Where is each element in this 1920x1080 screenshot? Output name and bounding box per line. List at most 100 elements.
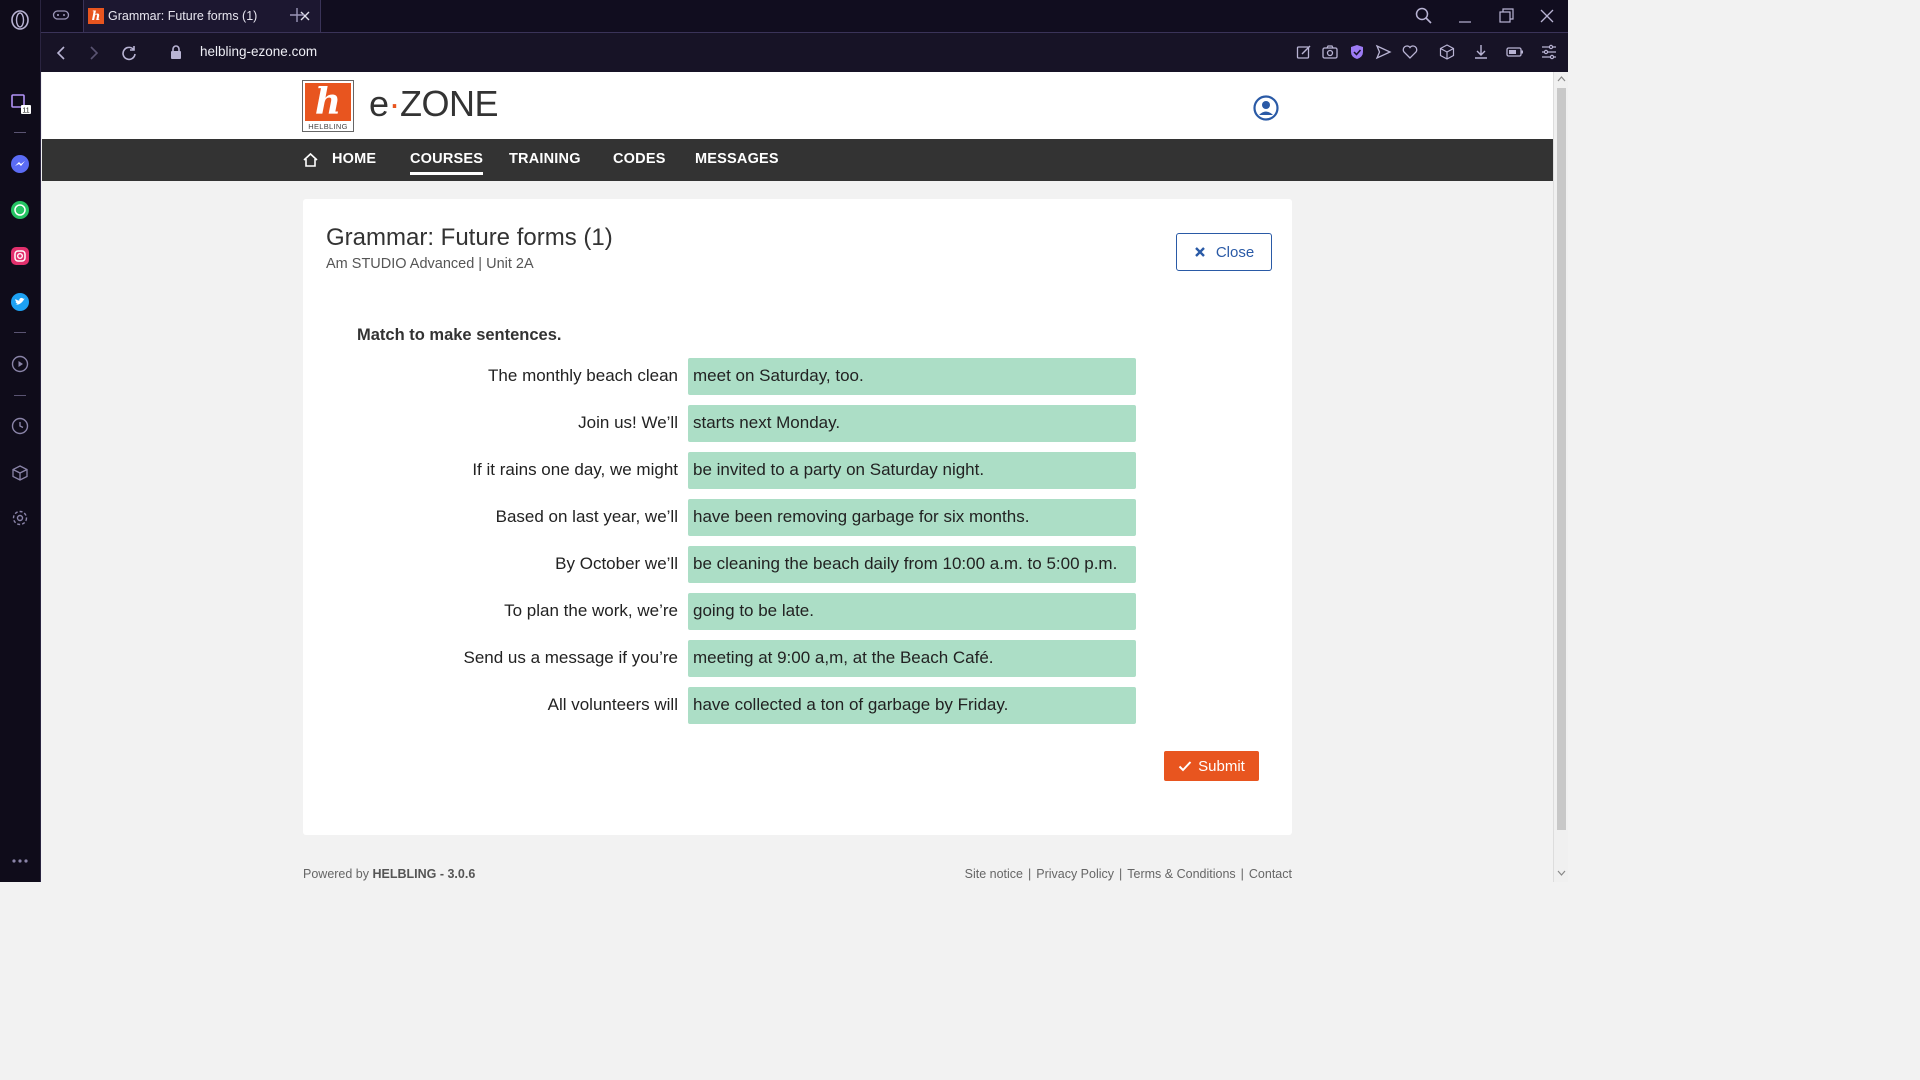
match-row: The monthly beach clean meet on Saturday… — [303, 358, 1292, 395]
match-prompt: Send us a message if you’re — [463, 648, 678, 667]
search-icon[interactable] — [1414, 6, 1434, 26]
match-row: All volunteers will have collected a ton… — [303, 687, 1292, 724]
page-footer: Powered by HELBLING - 3.0.6 Site notice |… — [42, 867, 1553, 882]
easy-setup-icon[interactable] — [1540, 43, 1558, 61]
web-page: h HELBLING e·ZONE HOME COURSES TRAINING … — [42, 72, 1553, 882]
tab-title: Grammar: Future forms (1) — [108, 9, 258, 23]
match-answer-slot[interactable]: be cleaning the beach daily from 10:00 a… — [688, 546, 1136, 583]
minimize-icon[interactable] — [1455, 6, 1475, 26]
whatsapp-icon[interactable] — [9, 199, 31, 221]
match-answer-slot[interactable]: going to be late. — [688, 593, 1136, 630]
helbling-logo[interactable]: h HELBLING — [302, 80, 354, 132]
brand-zone: ZONE — [400, 83, 499, 124]
ezone-brand[interactable]: e·ZONE — [369, 83, 499, 125]
match-row: By October we’ll be cleaning the beach d… — [303, 546, 1292, 583]
helbling-favicon-icon: h — [88, 8, 104, 24]
settings-gear-icon[interactable] — [9, 507, 31, 529]
instagram-icon[interactable] — [9, 245, 31, 267]
close-label: Close — [1215, 243, 1255, 261]
nav-training[interactable]: TRAINING — [509, 151, 581, 167]
site-header: h HELBLING e·ZONE — [42, 72, 1553, 139]
submit-button[interactable]: Submit — [1164, 751, 1259, 781]
match-row: Send us a message if you’re meeting at 9… — [303, 640, 1292, 677]
window-close-icon[interactable] — [1537, 6, 1557, 26]
messenger-icon[interactable] — [9, 153, 31, 175]
match-answer-slot[interactable]: meet on Saturday, too. — [688, 358, 1136, 395]
match-answer-slot[interactable]: be invited to a party on Saturday night. — [688, 452, 1136, 489]
match-row: Based on last year, we’ll have been remo… — [303, 499, 1292, 536]
footer-link-privacy[interactable]: Privacy Policy — [1036, 867, 1114, 881]
edit-share-icon[interactable] — [1295, 43, 1313, 61]
match-row: To plan the work, we’re going to be late… — [303, 593, 1292, 630]
battery-icon[interactable] — [1506, 43, 1524, 61]
exercise-title: Grammar: Future forms (1) — [326, 224, 613, 251]
vpn-shield-icon[interactable] — [1348, 43, 1366, 61]
player-icon[interactable] — [9, 353, 31, 375]
download-icon[interactable] — [1472, 43, 1490, 61]
more-dots-icon[interactable] — [9, 850, 31, 872]
nav-messages[interactable]: MESSAGES — [695, 151, 779, 167]
checkmark-icon — [1178, 761, 1192, 772]
match-prompt: Join us! We’ll — [578, 413, 678, 432]
sidebar-separator — [14, 332, 26, 333]
helbling-logo-mark-icon: h — [305, 83, 351, 121]
powered-brand: HELBLING - 3.0.6 — [372, 867, 476, 881]
match-answer-slot[interactable]: meeting at 9:00 a,m, at the Beach Café. — [688, 640, 1136, 677]
match-row: If it rains one day, we might be invited… — [303, 452, 1292, 489]
scroll-thumb[interactable] — [1557, 88, 1566, 830]
match-prompt: All volunteers will — [547, 695, 678, 714]
match-prompt: If it rains one day, we might — [472, 460, 678, 479]
home-icon[interactable] — [302, 152, 319, 168]
footer-links: Site notice | Privacy Policy | Terms & Condi… — [965, 867, 1292, 881]
powered-prefix: Powered by — [303, 867, 373, 881]
twitch-badge: 11 — [22, 108, 29, 115]
twitch-icon[interactable]: 11 — [9, 93, 31, 115]
twitter-icon[interactable] — [9, 291, 31, 313]
camera-icon[interactable] — [1321, 43, 1339, 61]
send-icon[interactable] — [1374, 43, 1392, 61]
url-field[interactable]: helbling-ezone.com — [200, 44, 317, 59]
match-prompt: By October we’ll — [555, 554, 678, 573]
nav-home[interactable]: HOME — [332, 151, 376, 167]
nav-courses[interactable]: COURSES — [410, 151, 484, 175]
user-account-icon[interactable] — [1253, 95, 1279, 121]
extensions-cube-icon[interactable] — [1438, 43, 1456, 61]
match-answer-slot[interactable]: have collected a ton of garbage by Frida… — [688, 687, 1136, 724]
exercise-card: Grammar: Future forms (1) Am STUDIO Adva… — [303, 199, 1292, 835]
gamepad-icon[interactable] — [52, 7, 70, 28]
close-x-icon — [1194, 247, 1205, 257]
page-scrollbar[interactable] — [1553, 72, 1568, 882]
nav-codes[interactable]: CODES — [613, 151, 666, 167]
match-answer-slot[interactable]: have been removing garbage for six month… — [688, 499, 1136, 536]
match-prompt: The monthly beach clean — [488, 366, 678, 385]
logo-caption: HELBLING — [308, 122, 348, 131]
match-answer-slot[interactable]: starts next Monday. — [688, 405, 1136, 442]
heart-icon[interactable] — [1401, 43, 1419, 61]
exercise-subtitle: Am STUDIO Advanced | Unit 2A — [326, 256, 534, 272]
main-nav: HOME COURSES TRAINING CODES MESSAGES — [42, 139, 1553, 181]
new-tab-plus-icon[interactable] — [287, 5, 307, 25]
forward-arrow-icon[interactable] — [83, 42, 105, 64]
submit-label: Submit — [1198, 757, 1245, 775]
reload-icon[interactable] — [118, 42, 140, 64]
footer-separator: | — [1240, 867, 1244, 881]
back-arrow-icon[interactable] — [50, 42, 72, 64]
footer-separator: | — [1119, 867, 1123, 881]
lock-icon[interactable] — [169, 44, 183, 60]
footer-separator: | — [1027, 867, 1032, 881]
footer-link-terms[interactable]: Terms & Conditions — [1127, 867, 1235, 881]
restore-icon[interactable] — [1496, 6, 1516, 26]
browser-sidebar: 11 — [0, 0, 41, 882]
match-row: Join us! We’ll starts next Monday. — [303, 405, 1292, 442]
tab-active[interactable]: h Grammar: Future forms (1) — [83, 0, 321, 32]
opera-logo-icon[interactable] — [9, 9, 31, 31]
sidebar-separator — [14, 132, 26, 133]
scroll-down-arrow-icon[interactable] — [1557, 870, 1566, 876]
sidebar-separator — [14, 395, 26, 396]
close-button[interactable]: Close — [1176, 233, 1272, 271]
footer-link-site-notice[interactable]: Site notice — [965, 867, 1023, 881]
footer-link-contact[interactable]: Contact — [1249, 867, 1292, 881]
scroll-up-arrow-icon[interactable] — [1557, 76, 1566, 82]
history-clock-icon[interactable] — [9, 415, 31, 437]
extensions-cube-icon[interactable] — [9, 462, 31, 484]
